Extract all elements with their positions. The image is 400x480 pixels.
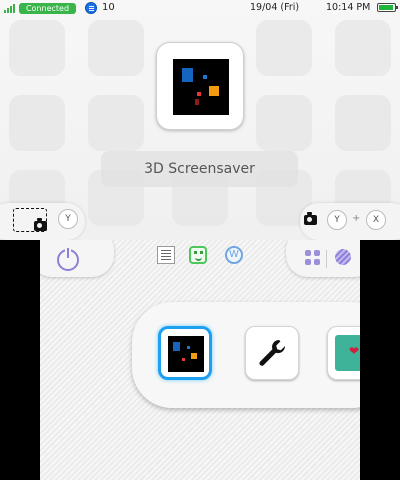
brightness-icon[interactable] <box>335 249 351 265</box>
bg-tile <box>88 95 144 151</box>
date-label: 19/04 (Fri) <box>250 2 300 13</box>
y-button-hint: Y <box>58 209 78 229</box>
bg-tile <box>9 95 65 151</box>
internet-browser-icon[interactable]: W <box>225 246 243 264</box>
screensaver-app-icon <box>168 336 204 372</box>
camera-icon <box>34 218 47 231</box>
connection-badge: Connected <box>19 3 76 14</box>
power-icon[interactable] <box>57 248 79 271</box>
plus-sign: + <box>352 213 361 224</box>
health-safety-icon <box>335 335 360 371</box>
grid-view-icon[interactable] <box>305 250 321 266</box>
notes-icon[interactable] <box>157 246 175 264</box>
friend-list-icon[interactable] <box>189 246 207 264</box>
camera-icon <box>304 212 317 225</box>
app-slot-system-settings[interactable] <box>245 326 299 380</box>
bottom-screen: W <box>40 240 360 480</box>
status-bar: Connected 10 19/04 (Fri) 10:14 PM <box>0 0 400 16</box>
screensaver-art <box>173 59 229 115</box>
bg-tile <box>335 95 391 151</box>
wrench-icon <box>259 340 286 366</box>
selected-app-title: 3D Screensaver <box>101 151 298 187</box>
y-button-hint: Y <box>327 210 347 230</box>
battery-icon <box>377 3 398 12</box>
time-label: 10:14 PM <box>326 2 371 13</box>
x-button-hint: X <box>366 210 386 230</box>
app-slot-health-safety[interactable] <box>327 326 360 380</box>
selected-app-preview <box>156 42 244 130</box>
wifi-signal-icon <box>4 3 16 13</box>
app-slot-3d-screensaver[interactable] <box>158 326 212 380</box>
bg-tile <box>88 20 144 76</box>
divider <box>326 250 327 268</box>
top-screen: Connected 10 19/04 (Fri) 10:14 PM 3D Scr… <box>0 0 400 240</box>
play-coin-count: 10 <box>102 2 115 13</box>
bg-tile <box>256 20 312 76</box>
bg-tile <box>256 95 312 151</box>
play-coin-icon <box>85 2 97 14</box>
bg-tile <box>335 20 391 76</box>
bg-tile <box>9 20 65 76</box>
